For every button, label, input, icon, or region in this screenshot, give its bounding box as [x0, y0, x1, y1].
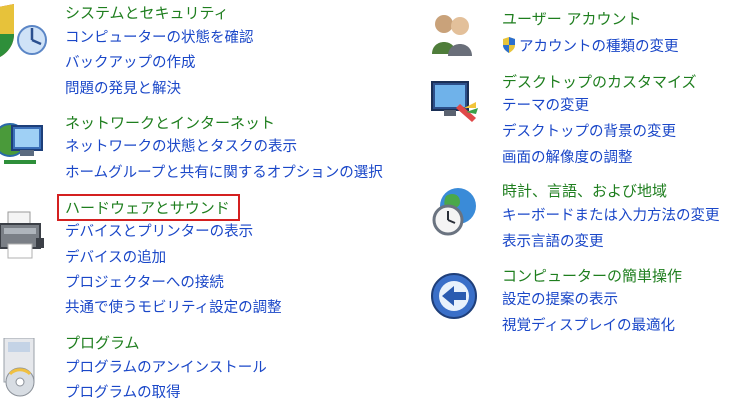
link-mobility-settings[interactable]: 共通で使うモビリティ設定の調整 [65, 298, 282, 318]
programs-icon[interactable] [0, 337, 46, 397]
category-network-internet[interactable]: ネットワークとインターネット [65, 113, 275, 133]
link-find-fix-problems[interactable]: 問題の発見と解決 [65, 79, 181, 99]
printer-icon[interactable] [0, 208, 46, 259]
category-ease-of-access[interactable]: コンピューターの簡単操作 [502, 266, 682, 286]
link-devices-printers[interactable]: デバイスとプリンターの表示 [65, 222, 253, 242]
link-network-status-tasks[interactable]: ネットワークの状態とタスクの表示 [65, 137, 297, 157]
network-icon[interactable] [0, 118, 46, 164]
link-change-desktop-background[interactable]: デスクトップの背景の変更 [502, 122, 676, 142]
link-connect-projector[interactable]: プロジェクターへの接続 [65, 273, 224, 293]
link-adjust-screen-resolution[interactable]: 画面の解像度の調整 [502, 148, 633, 168]
link-change-display-language[interactable]: 表示言語の変更 [502, 232, 604, 252]
uac-shield-icon [502, 37, 516, 59]
link-change-theme[interactable]: テーマの変更 [502, 96, 589, 116]
link-add-device[interactable]: デバイスの追加 [65, 248, 166, 268]
link-change-account-type[interactable]: アカウントの種類の変更 [502, 37, 679, 59]
link-check-computer-status[interactable]: コンピューターの状態を確認 [65, 28, 254, 48]
category-appearance[interactable]: デスクトップのカスタマイズ [502, 72, 697, 92]
link-change-keyboard-input[interactable]: キーボードまたは入力方法の変更 [502, 206, 720, 226]
user-accounts-icon[interactable] [430, 10, 476, 56]
link-homegroup-sharing-options[interactable]: ホームグループと共有に関するオプションの選択 [65, 163, 383, 183]
link-create-backup[interactable]: バックアップの作成 [65, 53, 196, 73]
category-user-accounts[interactable]: ユーザー アカウント [502, 9, 641, 29]
link-optimize-visual-display[interactable]: 視覚ディスプレイの最適化 [502, 316, 675, 336]
link-uninstall-program[interactable]: プログラムのアンインストール [65, 358, 267, 378]
ease-of-access-icon[interactable] [430, 272, 477, 319]
clock-globe-icon[interactable] [430, 186, 476, 236]
category-programs[interactable]: プログラム [65, 333, 140, 353]
category-system-security[interactable]: システムとセキュリティ [65, 3, 229, 23]
link-get-programs[interactable]: プログラムの取得 [65, 383, 181, 403]
category-clock-language-region[interactable]: 時計、言語、および地域 [502, 181, 667, 201]
category-hardware-sound[interactable]: ハードウェアとサウンド [65, 198, 230, 218]
link-show-suggested-settings[interactable]: 設定の提案の表示 [502, 290, 618, 310]
link-change-account-type-label: アカウントの種類の変更 [519, 39, 679, 55]
desktop-personalization-icon[interactable] [430, 78, 478, 124]
system-security-icon[interactable] [0, 4, 47, 57]
